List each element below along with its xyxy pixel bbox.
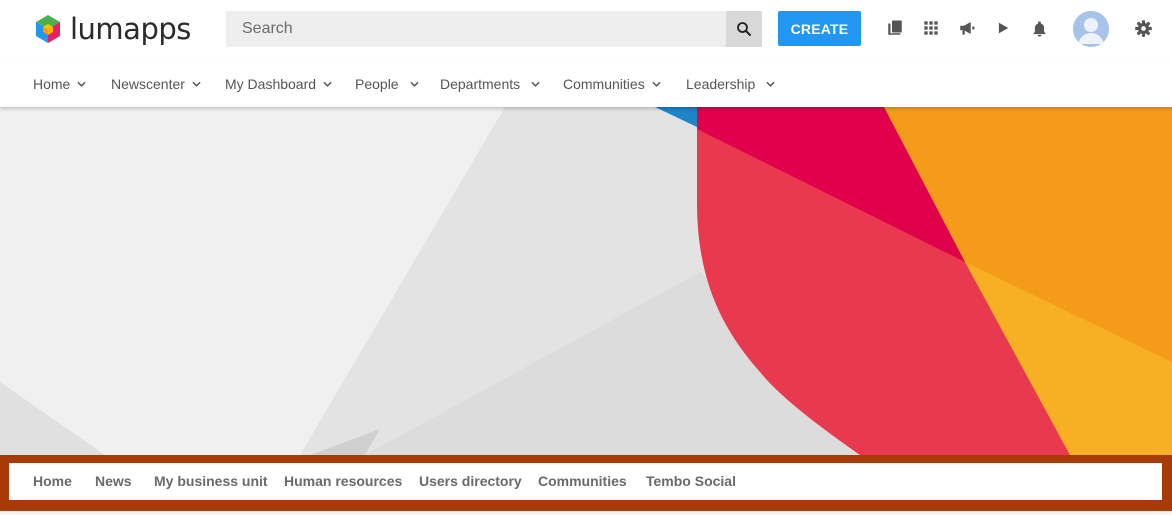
search-input[interactable] xyxy=(226,11,726,47)
search-button[interactable] xyxy=(726,11,762,47)
nav-item-label: Newscenter xyxy=(111,76,185,92)
settings-button[interactable] xyxy=(1133,18,1153,38)
play-button[interactable] xyxy=(993,18,1013,38)
brand-logo[interactable]: lumapps xyxy=(32,12,191,46)
chevron-down-icon xyxy=(652,81,661,87)
nav-item-my-dashboard[interactable]: My Dashboard xyxy=(225,74,332,94)
play-icon xyxy=(998,22,1009,34)
app-root: lumapps CREATE xyxy=(0,0,1172,515)
chevron-down-icon xyxy=(531,81,540,87)
megaphone-icon xyxy=(960,22,975,35)
main-navigation: Home Newscenter My Dashboard People Depa… xyxy=(0,58,1172,107)
nav-item-label: My Dashboard xyxy=(225,76,317,92)
subnav-item-communities[interactable]: Communities xyxy=(538,473,627,489)
nav-item-leadership[interactable]: Leadership xyxy=(686,74,775,94)
directory-button[interactable] xyxy=(885,18,905,38)
nav-item-home[interactable]: Home xyxy=(33,74,86,94)
logo-icon xyxy=(36,15,60,43)
nav-item-label: Departments xyxy=(440,76,521,92)
apps-grid-icon xyxy=(924,21,938,35)
hero-banner xyxy=(0,107,1172,455)
search-icon xyxy=(737,22,751,36)
nav-item-communities[interactable]: Communities xyxy=(563,74,661,94)
nav-item-label: Home xyxy=(33,76,71,92)
avatar[interactable] xyxy=(1073,11,1109,47)
subnav-item-my-business-unit[interactable]: My business unit xyxy=(154,473,268,489)
create-button[interactable]: CREATE xyxy=(778,11,861,46)
chevron-down-icon xyxy=(323,81,332,87)
chevron-down-icon xyxy=(766,81,775,87)
nav-item-newscenter[interactable]: Newscenter xyxy=(111,74,201,94)
subnav-item-users-directory[interactable]: Users directory xyxy=(419,473,522,489)
banner-graphic xyxy=(0,107,1172,455)
user-avatar-icon xyxy=(1073,11,1109,47)
chevron-down-icon xyxy=(409,81,419,87)
sub-navigation: Home News My business unit Human resourc… xyxy=(9,463,1162,500)
directory-icon xyxy=(888,20,902,35)
chevron-down-icon xyxy=(192,81,201,87)
gear-icon xyxy=(1134,19,1152,37)
notifications-button[interactable] xyxy=(1029,18,1049,38)
nav-item-label: Leadership xyxy=(686,76,756,92)
apps-button[interactable] xyxy=(921,18,941,38)
nav-item-label: People xyxy=(355,76,399,92)
chevron-down-icon xyxy=(77,81,86,87)
announcements-button[interactable] xyxy=(957,18,977,38)
subnav-item-tembo-social[interactable]: Tembo Social xyxy=(646,473,736,489)
brand-name: lumapps xyxy=(70,12,191,46)
nav-item-people[interactable]: People xyxy=(355,74,419,94)
subnav-item-home[interactable]: Home xyxy=(33,473,72,489)
sub-navigation-highlight: Home News My business unit Human resourc… xyxy=(0,455,1172,511)
nav-item-label: Communities xyxy=(563,76,645,92)
nav-item-departments[interactable]: Departments xyxy=(440,74,540,94)
top-header: lumapps CREATE xyxy=(0,0,1172,58)
page-bottom-divider xyxy=(0,511,1172,515)
subnav-item-news[interactable]: News xyxy=(95,473,132,489)
bell-icon xyxy=(1032,20,1046,37)
search-bar xyxy=(226,11,762,47)
subnav-item-human-resources[interactable]: Human resources xyxy=(284,473,402,489)
